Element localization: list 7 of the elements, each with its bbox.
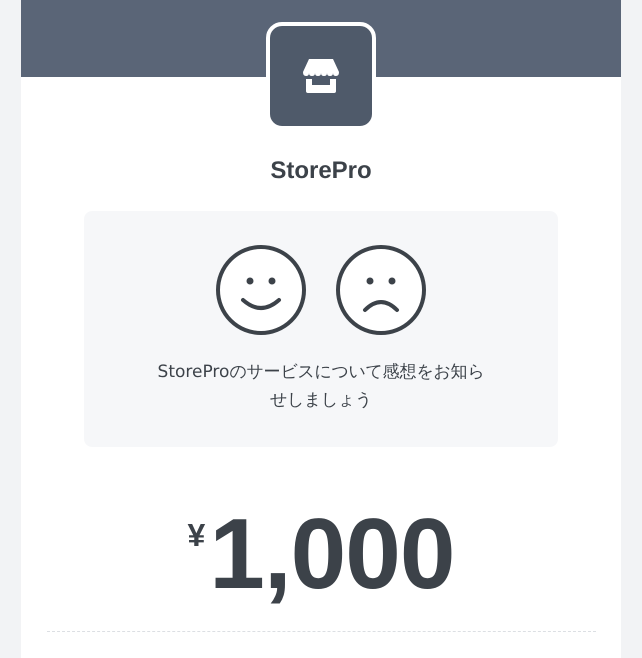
feedback-message: StoreProのサービスについて感想をお知らせしましょう [156,361,486,412]
app-name: StorePro [270,156,372,186]
smiley-face-icon[interactable] [215,244,307,336]
currency-symbol: ¥ [187,517,206,554]
price-amount: 1,000 [209,499,455,609]
frowning-face-icon[interactable] [335,244,427,336]
storefront-icon [303,59,339,93]
